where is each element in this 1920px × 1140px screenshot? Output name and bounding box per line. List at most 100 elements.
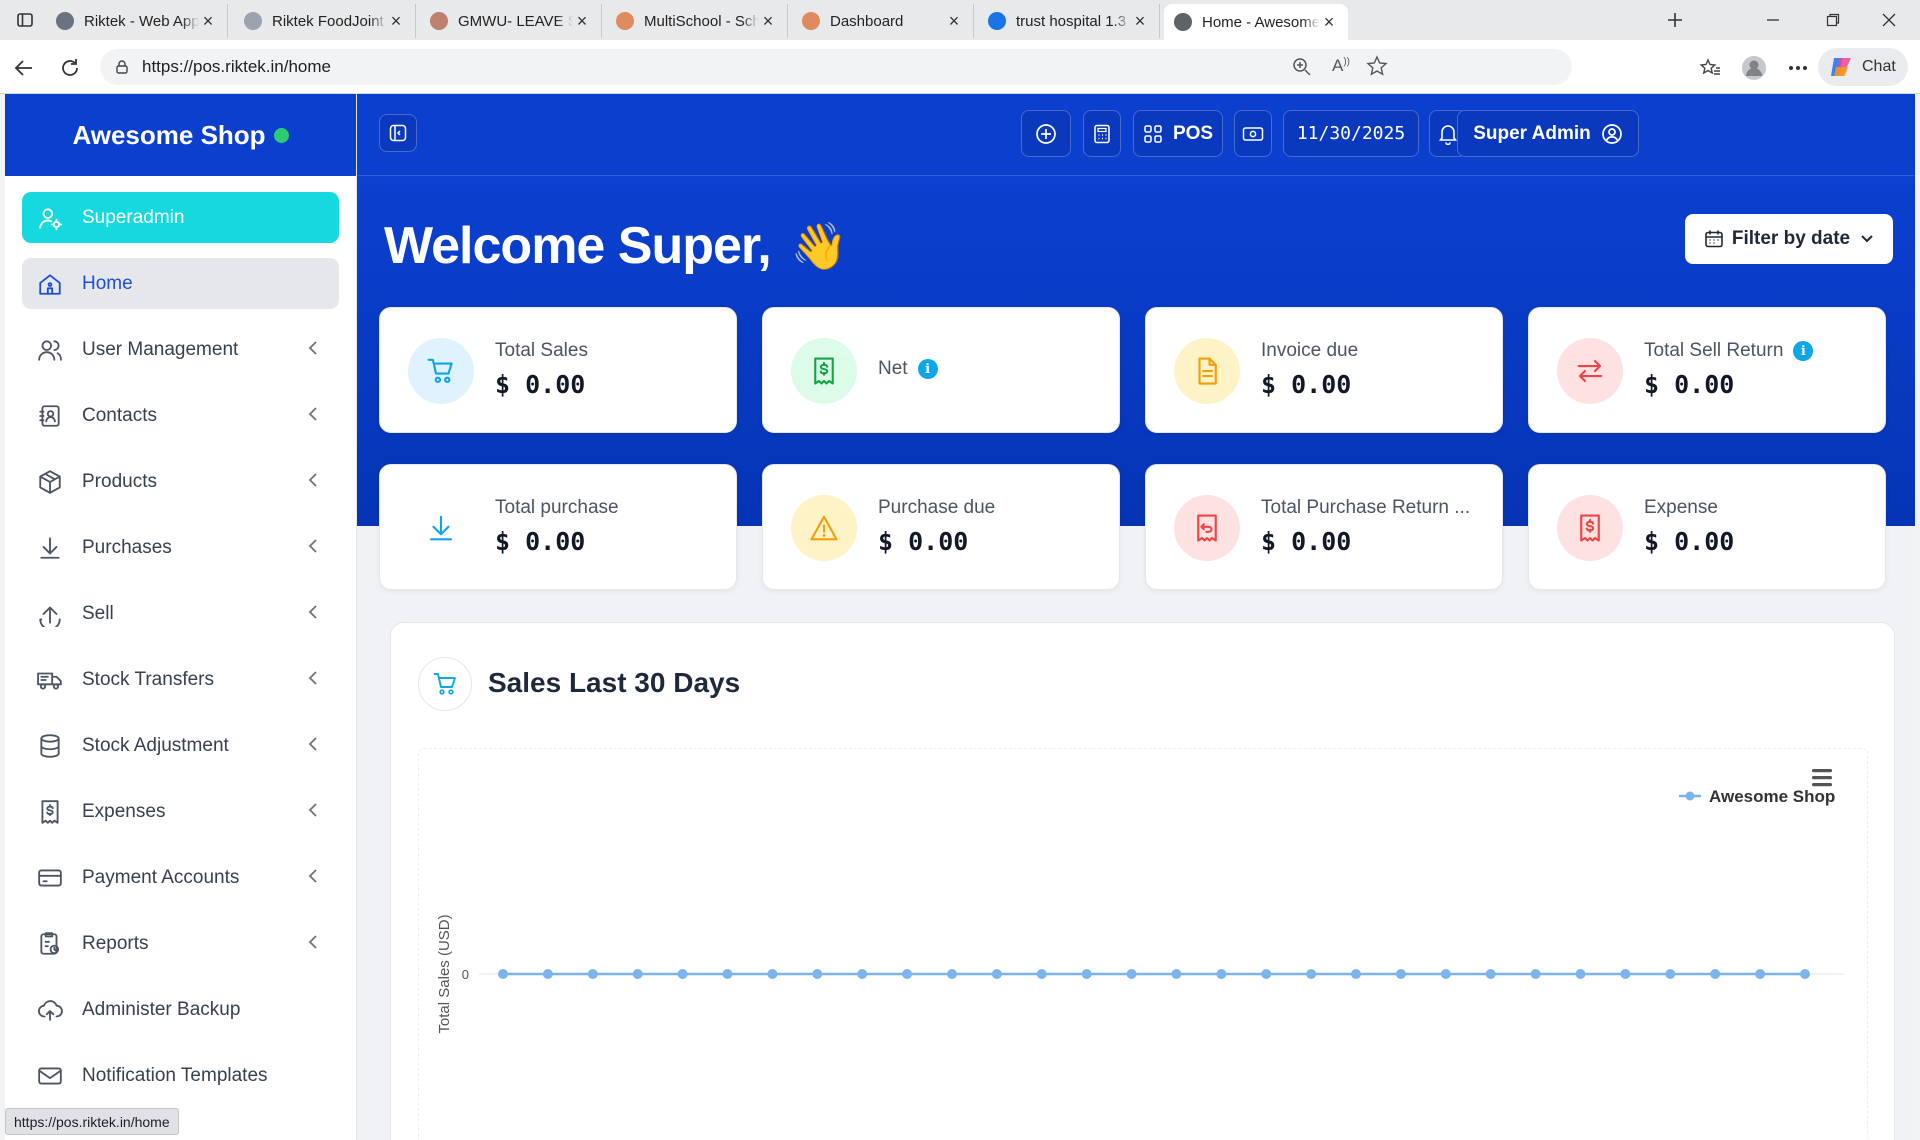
close-tab-icon[interactable]: × bbox=[759, 11, 777, 32]
sidebar-item-superadmin[interactable]: Superadmin bbox=[22, 192, 339, 243]
stat-label-text: Total purchase bbox=[495, 497, 619, 518]
data-point bbox=[1171, 969, 1182, 979]
sidebar-item-sell[interactable]: Sell bbox=[22, 588, 339, 639]
browser-tab[interactable]: Riktek FoodJoint × bbox=[234, 4, 416, 38]
date-display[interactable]: 11/30/2025 bbox=[1283, 110, 1419, 157]
browser-tab-bar: Riktek - Web Applicatio × Riktek FoodJoi… bbox=[0, 0, 1920, 40]
restore-button[interactable] bbox=[1818, 6, 1848, 34]
sidebar-item-label: Stock Transfers bbox=[82, 668, 214, 690]
copilot-chat-button[interactable]: Chat bbox=[1818, 48, 1908, 86]
stat-value: $ 0.00 bbox=[495, 527, 586, 556]
data-point bbox=[1530, 969, 1541, 979]
back-button[interactable] bbox=[8, 52, 40, 84]
chart-title: Sales Last 30 Days bbox=[488, 667, 741, 698]
stat-label: Total Purchase Return ... bbox=[1261, 497, 1470, 519]
data-point bbox=[542, 969, 553, 979]
sidebar-item-payment-accounts[interactable]: Payment Accounts bbox=[22, 852, 339, 903]
browser-tab[interactable]: trust hospital 1.3 down × bbox=[978, 4, 1160, 38]
data-point bbox=[677, 969, 688, 979]
pos-button[interactable]: POS bbox=[1133, 110, 1223, 157]
stat-value: $ 0.00 bbox=[495, 370, 586, 399]
welcome-text: Welcome Super, bbox=[384, 217, 772, 275]
stat-label: Total purchase bbox=[495, 497, 619, 519]
browser-tab[interactable]: Riktek - Web Applicatio × bbox=[46, 4, 228, 38]
data-point bbox=[722, 969, 733, 979]
profile-avatar-icon[interactable] bbox=[1738, 52, 1770, 84]
address-bar[interactable]: https://pos.riktek.in/home A)) bbox=[100, 49, 1572, 85]
plus-circle-icon bbox=[1036, 123, 1056, 144]
minimize-button[interactable] bbox=[1758, 6, 1788, 34]
cart-icon bbox=[418, 657, 472, 711]
sidebar-item-label: Contacts bbox=[82, 404, 157, 426]
stat-value: $ 0.00 bbox=[878, 527, 969, 556]
chevron-left-icon bbox=[307, 472, 319, 494]
tab-actions-icon[interactable] bbox=[10, 6, 40, 34]
close-tab-icon[interactable]: × bbox=[1131, 11, 1149, 32]
stat-label-text: Purchase due bbox=[878, 497, 996, 518]
y-tick-label: 0 bbox=[462, 967, 469, 982]
tab-favicon-icon bbox=[802, 12, 820, 30]
app-root: Awesome Shop Superadmin Home User Manage… bbox=[5, 94, 1915, 1140]
sidebar-item-reports[interactable]: Reports bbox=[22, 918, 339, 969]
close-tab-icon[interactable]: × bbox=[573, 11, 591, 32]
stat-card-net: Net i bbox=[762, 307, 1120, 433]
user-gear-icon bbox=[36, 204, 64, 232]
sidebar-item-home[interactable]: Home bbox=[22, 258, 339, 309]
chart-menu-icon[interactable] bbox=[1812, 769, 1832, 787]
users-icon bbox=[36, 336, 64, 364]
browser-tab[interactable]: MultiSchool - School M × bbox=[606, 4, 788, 38]
database-icon bbox=[36, 732, 64, 760]
sidebar-item-products[interactable]: Products bbox=[22, 456, 339, 507]
sidebar-item-notification-templates[interactable]: Notification Templates bbox=[22, 1050, 339, 1101]
sidebar-item-administer-backup[interactable]: Administer Backup bbox=[22, 984, 339, 1035]
close-window-button[interactable] bbox=[1874, 6, 1904, 34]
data-point bbox=[1710, 969, 1721, 979]
sidebar-item-stock-adjustment[interactable]: Stock Adjustment bbox=[22, 720, 339, 771]
close-tab-icon[interactable]: × bbox=[199, 11, 217, 32]
stat-label: Purchase due bbox=[878, 497, 995, 519]
chevron-down-icon bbox=[1861, 235, 1873, 243]
sidebar-item-label: Expenses bbox=[82, 800, 166, 822]
cloud-upload-icon bbox=[36, 996, 64, 1024]
browser-tab[interactable]: Home - Awesome Shop × bbox=[1164, 4, 1348, 40]
favorites-icon[interactable] bbox=[1694, 52, 1726, 84]
tab-title: Riktek - Web Applicatio bbox=[84, 12, 199, 30]
close-tab-icon[interactable]: × bbox=[387, 11, 405, 32]
brand[interactable]: Awesome Shop bbox=[5, 94, 356, 176]
current-date: 11/30/2025 bbox=[1296, 123, 1406, 144]
user-menu-button[interactable]: Super Admin bbox=[1457, 110, 1639, 157]
new-tab-button[interactable] bbox=[1660, 6, 1690, 34]
toggle-sidebar-button[interactable] bbox=[379, 114, 417, 152]
sidebar-item-label: Purchases bbox=[82, 536, 172, 558]
sidebar-item-purchases[interactable]: Purchases bbox=[22, 522, 339, 573]
warning-icon bbox=[791, 495, 857, 561]
read-aloud-icon[interactable]: A)) bbox=[1332, 56, 1350, 76]
browser-tab[interactable]: Dashboard × bbox=[792, 4, 974, 38]
sidebar-item-contacts[interactable]: Contacts bbox=[22, 390, 339, 441]
stat-label-text: Invoice due bbox=[1261, 340, 1359, 361]
favorite-star-icon[interactable] bbox=[1366, 55, 1388, 82]
close-tab-icon[interactable]: × bbox=[945, 11, 963, 32]
stat-label-text: Expense bbox=[1644, 497, 1718, 518]
close-tab-icon[interactable]: × bbox=[1320, 12, 1338, 33]
browser-tab[interactable]: GMWU- LEAVE SAVING × bbox=[420, 4, 602, 38]
sidebar-item-expenses[interactable]: Expenses bbox=[22, 786, 339, 837]
sidebar-item-stock-transfers[interactable]: Stock Transfers bbox=[22, 654, 339, 705]
stat-value: $ 0.00 bbox=[1644, 527, 1735, 556]
filter-by-date-button[interactable]: Filter by date bbox=[1685, 214, 1893, 264]
y-axis-label: Total Sales (USD) bbox=[436, 914, 453, 1033]
download-icon bbox=[36, 534, 64, 562]
data-point bbox=[1800, 969, 1810, 979]
tab-title: trust hospital 1.3 down bbox=[1016, 12, 1131, 30]
info-icon[interactable]: i bbox=[1793, 341, 1814, 361]
cash-register-button[interactable] bbox=[1234, 110, 1272, 157]
home-icon bbox=[36, 270, 64, 298]
sidebar-item-user-management[interactable]: User Management bbox=[22, 324, 339, 375]
reload-button[interactable] bbox=[54, 52, 86, 84]
more-options-icon[interactable] bbox=[1782, 52, 1814, 84]
info-icon[interactable]: i bbox=[917, 359, 938, 379]
add-button[interactable] bbox=[1021, 110, 1071, 157]
mail-icon bbox=[36, 1062, 64, 1090]
calculator-button[interactable] bbox=[1083, 110, 1121, 157]
zoom-icon[interactable] bbox=[1292, 57, 1312, 82]
